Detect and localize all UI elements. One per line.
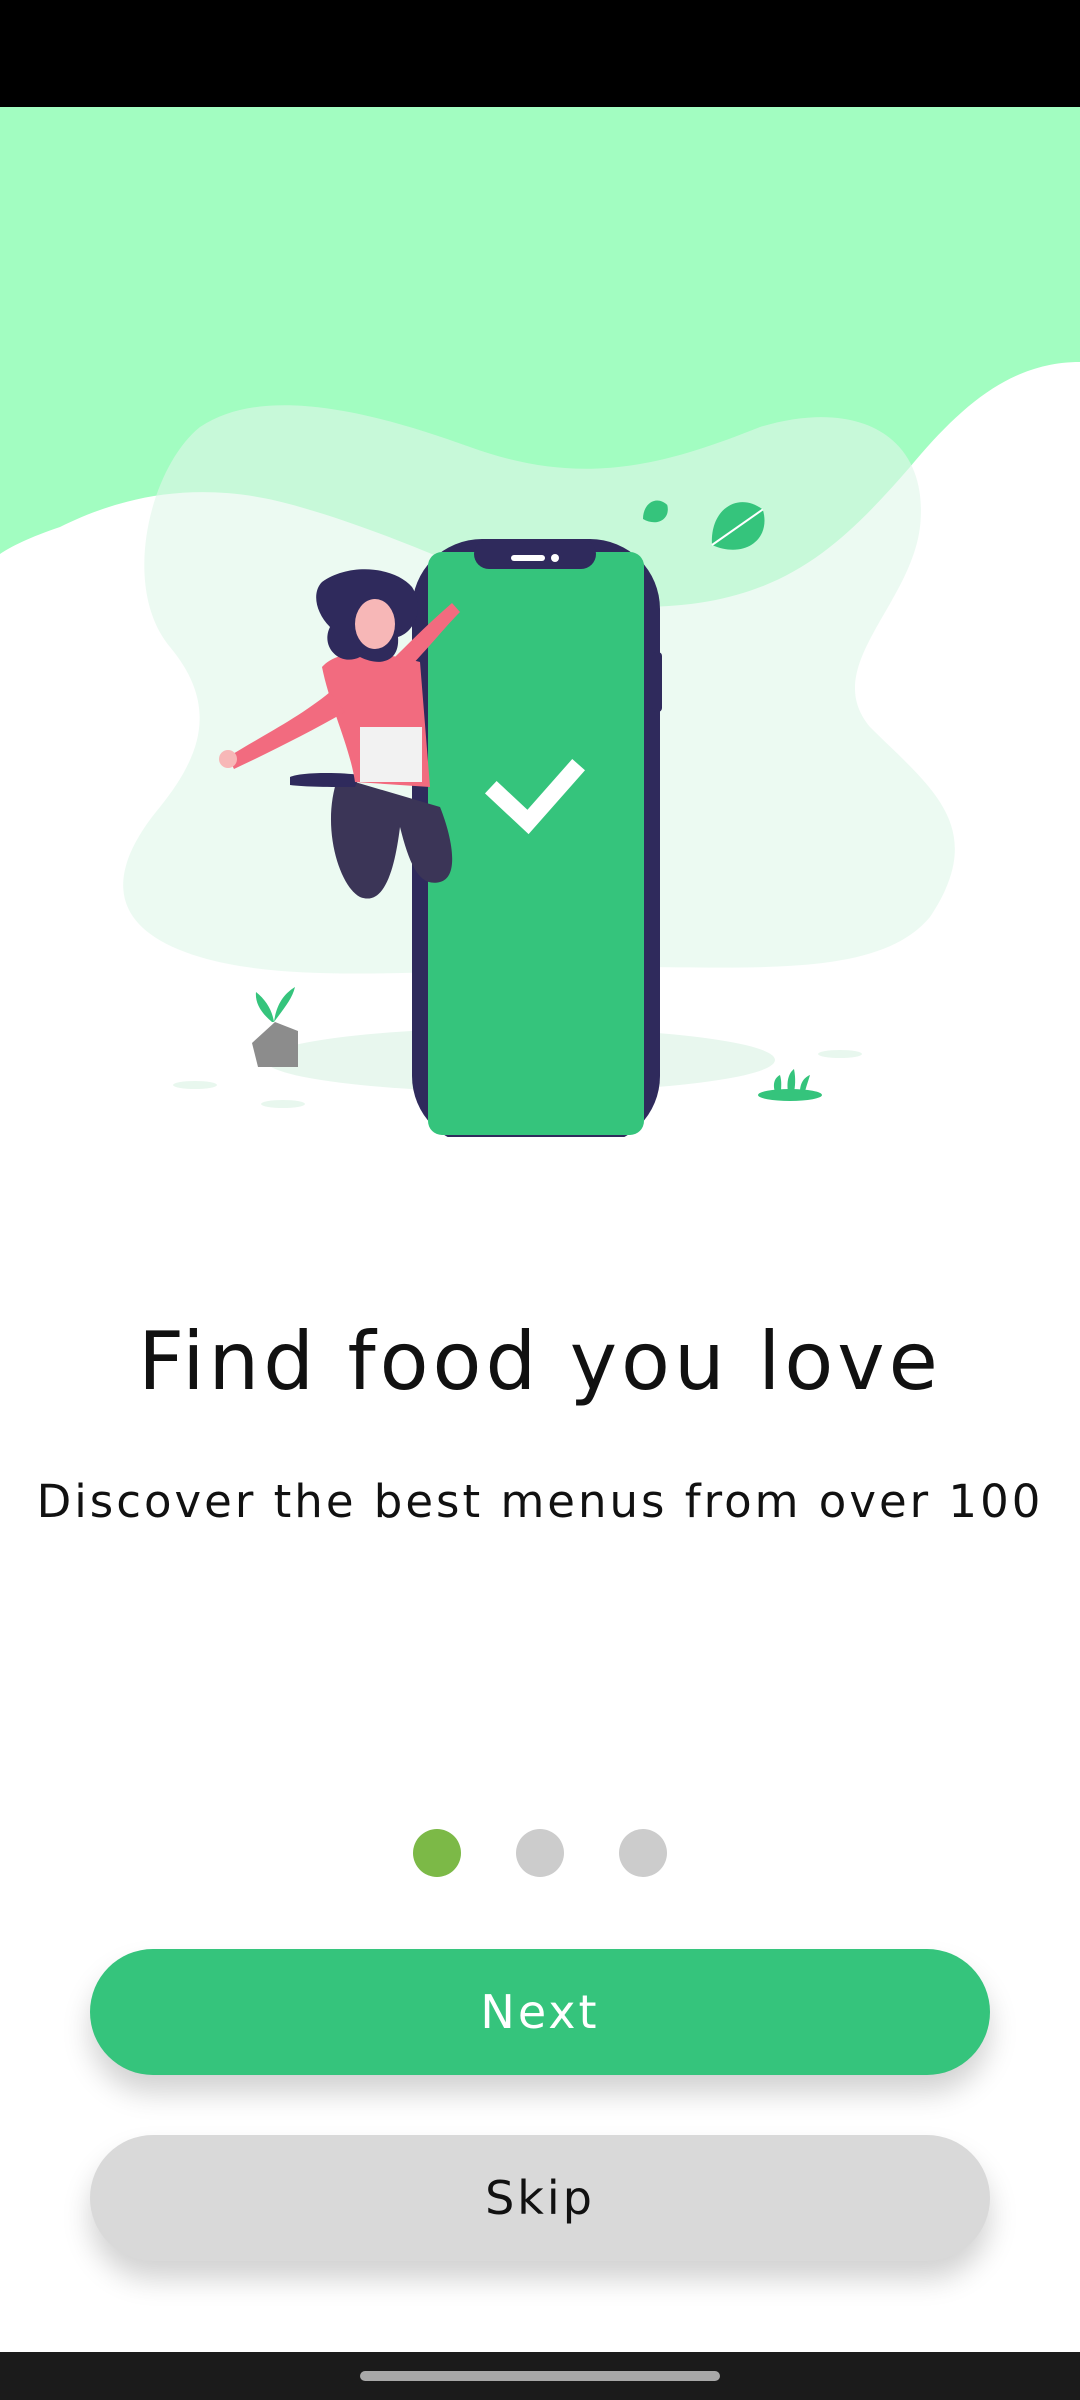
page-dot-3[interactable] xyxy=(619,1829,667,1877)
page-dot-1[interactable] xyxy=(413,1829,461,1877)
hero-illustration xyxy=(0,107,1080,1137)
plant-right xyxy=(758,1069,822,1101)
home-indicator[interactable] xyxy=(360,2371,720,2381)
page-subtitle: Discover the best menus from over 100 xyxy=(36,1475,1044,1528)
page-title: Find food you love xyxy=(138,1315,942,1408)
plant-left xyxy=(252,987,298,1067)
skip-button-label: Skip xyxy=(485,2171,595,2225)
navigation-bar xyxy=(0,2352,1080,2400)
next-button[interactable]: Next xyxy=(90,1949,990,2075)
phone-screen xyxy=(428,552,644,1135)
next-button-label: Next xyxy=(480,1985,600,2039)
skip-button[interactable]: Skip xyxy=(90,2135,990,2261)
page-indicator xyxy=(0,1829,1080,1877)
status-bar xyxy=(0,0,1080,107)
page-dot-2[interactable] xyxy=(516,1829,564,1877)
